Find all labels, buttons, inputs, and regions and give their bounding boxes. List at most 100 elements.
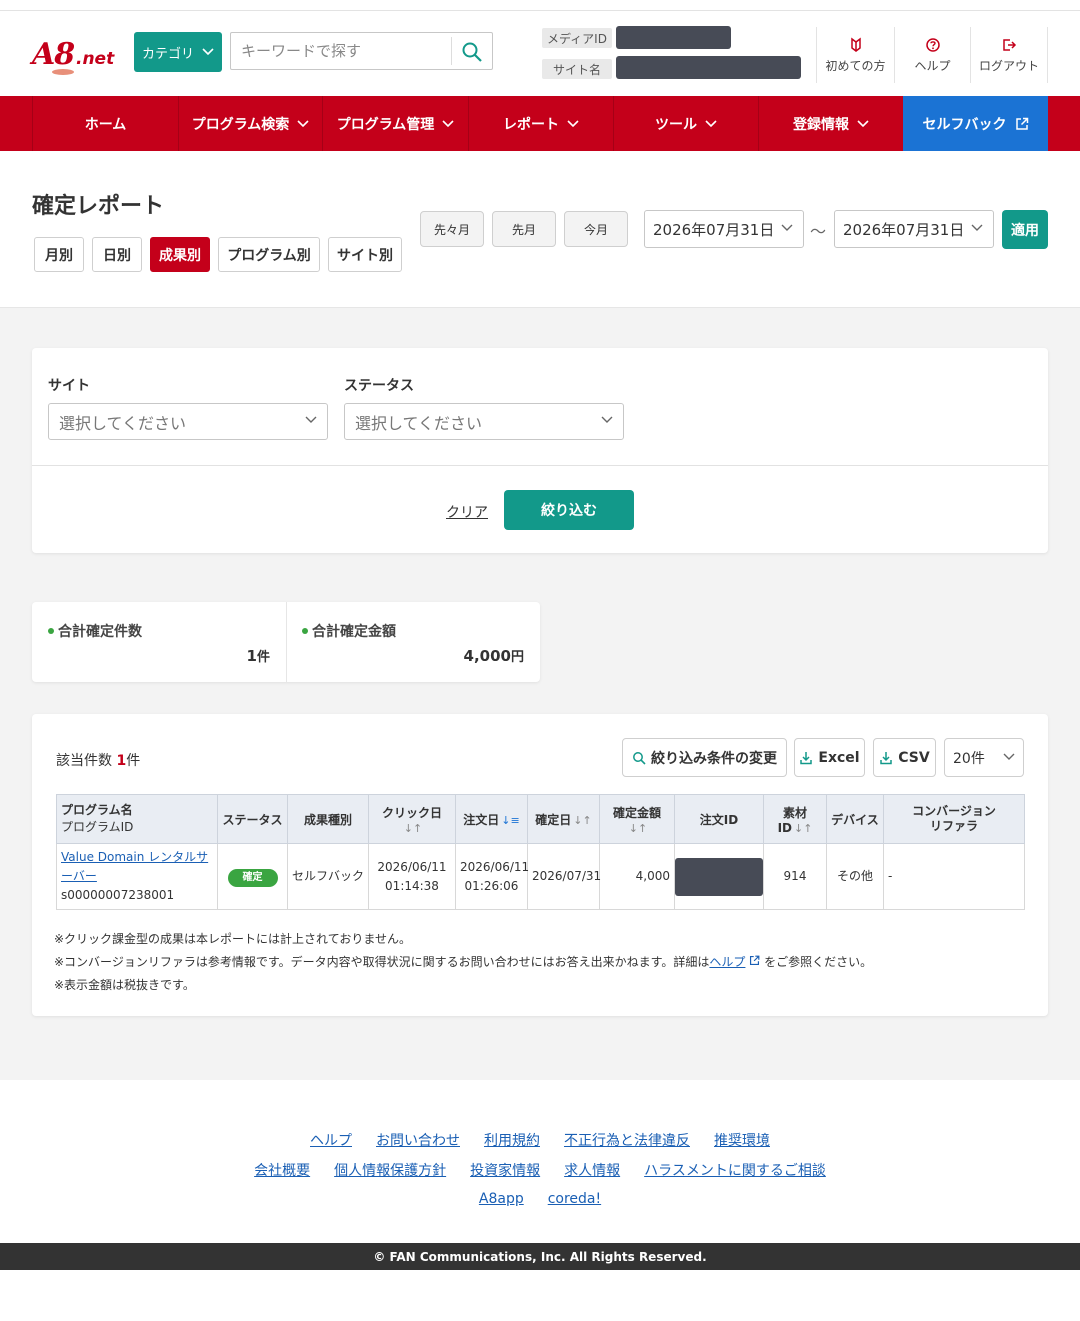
content-area: サイト 選択してください ステータス 選択してください クリア 絞り込む 合計確… <box>0 307 1080 1080</box>
main-nav: ホーム プログラム検索 プログラム管理 レポート ツール 登録情報 セルフバック <box>0 96 1080 151</box>
site-filter-select[interactable]: 選択してください <box>48 403 328 440</box>
chevron-down-icon <box>601 416 613 423</box>
col-program: プログラム名 プログラムID <box>56 794 218 844</box>
csv-download-button[interactable]: CSV <box>873 738 936 777</box>
apply-filter-button[interactable]: 絞り込む <box>504 490 634 530</box>
note-help-link[interactable]: ヘルプ <box>709 955 745 969</box>
sort-desc-icon[interactable]: ↓≡ <box>501 814 519 827</box>
col-device: デバイス <box>826 794 884 844</box>
col-confirm-date[interactable]: 確定日 ↓↑ <box>527 794 600 844</box>
sort-icon[interactable]: ↓↑ <box>794 822 812 835</box>
cell-order-id <box>674 843 764 910</box>
footer-link-harassment[interactable]: ハラスメントに関するご相談 <box>644 1160 826 1180</box>
date-from-select[interactable]: 2026年07月31日 <box>644 210 804 248</box>
total-count-label-text: 合計確定件数 <box>58 624 142 640</box>
external-link-icon <box>1015 117 1028 130</box>
total-amount-value: 4,000円 <box>302 646 524 665</box>
nav-item-label: ホーム <box>84 116 127 133</box>
per-page-value: 20件 <box>953 750 985 767</box>
clear-filter-link[interactable]: クリア <box>446 502 488 522</box>
footer-link-terms[interactable]: 利用規約 <box>484 1130 540 1150</box>
footer-link-contact[interactable]: お問い合わせ <box>376 1130 460 1150</box>
chevron-down-icon <box>567 119 579 127</box>
footer-link-a8app[interactable]: A8app <box>479 1191 524 1207</box>
sort-icon[interactable]: ↓↑ <box>404 822 422 835</box>
nav-item-registration[interactable]: 登録情報 <box>758 96 903 151</box>
apply-date-button[interactable]: 適用 <box>1002 210 1048 249</box>
col-type: 成果種別 <box>287 794 369 844</box>
tab-by-result[interactable]: 成果別 <box>150 237 210 272</box>
excel-label: Excel <box>818 749 860 766</box>
search-icon[interactable] <box>461 41 483 63</box>
note-tax: ※表示金額は税抜きです。 <box>54 978 195 992</box>
site-filter-label: サイト <box>48 378 90 394</box>
nav-item-program-manage[interactable]: プログラム管理 <box>322 96 468 151</box>
period-last-month-button[interactable]: 先月 <box>492 211 556 247</box>
footer-link-help[interactable]: ヘルプ <box>310 1130 352 1150</box>
total-amount-unit: 円 <box>510 650 524 665</box>
date-to-select[interactable]: 2026年07月31日 <box>834 210 994 248</box>
keyword-search-input[interactable] <box>231 33 449 69</box>
footer-link-coreda[interactable]: coreda! <box>548 1191 601 1207</box>
col-device-label: デバイス <box>831 812 879 827</box>
cell-referrer: - <box>883 843 1025 910</box>
nav-item-label: 登録情報 <box>793 116 849 133</box>
a8net-logo[interactable]: A8 .net <box>32 37 122 77</box>
footer-link-investors[interactable]: 投資家情報 <box>470 1160 540 1180</box>
logout-icon <box>1003 38 1017 51</box>
per-page-select[interactable]: 20件 <box>944 738 1024 777</box>
total-count-label: 合計確定件数 <box>48 621 142 641</box>
nav-item-home[interactable]: ホーム <box>32 96 178 151</box>
click-date-value: 2026/06/11 <box>377 859 447 874</box>
order-id-masked-value <box>675 857 763 896</box>
nav-item-report[interactable]: レポート <box>468 96 613 151</box>
chevron-down-icon <box>442 119 454 127</box>
col-program-name-label: プログラム名 <box>61 803 133 817</box>
date-from-value: 2026年07月31日 <box>653 220 775 239</box>
tab-monthly[interactable]: 月別 <box>34 237 84 272</box>
total-amount-label: 合計確定金額 <box>302 621 396 641</box>
chevron-down-icon <box>971 224 983 231</box>
download-icon <box>800 751 813 764</box>
col-status-label: ステータス <box>222 812 283 827</box>
sort-icon[interactable]: ↓↑ <box>629 822 647 835</box>
footer-link-privacy[interactable]: 個人情報保護方針 <box>334 1160 446 1180</box>
header-link-beginners[interactable]: 初めての方 <box>816 27 894 83</box>
nav-item-label: レポート <box>503 116 559 133</box>
tab-daily[interactable]: 日別 <box>92 237 142 272</box>
footer-link-environment[interactable]: 推奨環境 <box>714 1130 770 1150</box>
cell-amount: 4,000 <box>599 843 675 910</box>
sort-icon[interactable]: ↓↑ <box>573 814 591 827</box>
footer-link-company[interactable]: 会社概要 <box>254 1160 310 1180</box>
program-name-link[interactable]: Value Domain レンタルサーバー <box>61 850 208 883</box>
footer-link-fraud[interactable]: 不正行為と法律違反 <box>564 1130 690 1150</box>
category-dropdown-button[interactable]: カテゴリ <box>134 32 222 72</box>
chevron-down-icon <box>781 224 793 231</box>
col-click-date[interactable]: クリック日 ↓↑ <box>368 794 456 844</box>
period-this-month-button[interactable]: 今月 <box>564 211 628 247</box>
change-filter-button[interactable]: 絞り込み条件の変更 <box>622 738 787 777</box>
footer-link-careers[interactable]: 求人情報 <box>564 1160 620 1180</box>
chevron-down-icon <box>202 48 214 56</box>
period-two-months-ago-button[interactable]: 先々月 <box>420 211 484 247</box>
tab-by-site[interactable]: サイト別 <box>328 237 402 272</box>
media-id-label: メディアID <box>542 28 612 48</box>
cell-material-id: 914 <box>763 843 827 910</box>
nav-item-selfback[interactable]: セルフバック <box>903 96 1048 151</box>
status-filter-select[interactable]: 選択してください <box>344 403 624 440</box>
change-filter-label: 絞り込み条件の変更 <box>651 750 777 767</box>
tab-by-program[interactable]: プログラム別 <box>218 237 320 272</box>
nav-item-tools[interactable]: ツール <box>613 96 758 151</box>
result-count-number: 1 <box>116 753 127 769</box>
date-to-value: 2026年07月31日 <box>843 220 965 239</box>
header-link-logout[interactable]: ログアウト <box>970 27 1048 83</box>
col-amount[interactable]: 確定金額 ↓↑ <box>599 794 675 844</box>
result-count-prefix: 該当件数 <box>56 753 117 769</box>
nav-item-program-search[interactable]: プログラム検索 <box>178 96 322 151</box>
excel-download-button[interactable]: Excel <box>794 738 865 777</box>
col-order-date[interactable]: 注文日 ↓≡ <box>455 794 528 844</box>
header-link-help[interactable]: ヘルプ <box>894 27 970 83</box>
order-time-value: 01:26:06 <box>464 878 519 893</box>
col-material-id[interactable]: 素材ID ↓↑ <box>763 794 827 844</box>
header-link-label: ヘルプ <box>914 58 951 73</box>
